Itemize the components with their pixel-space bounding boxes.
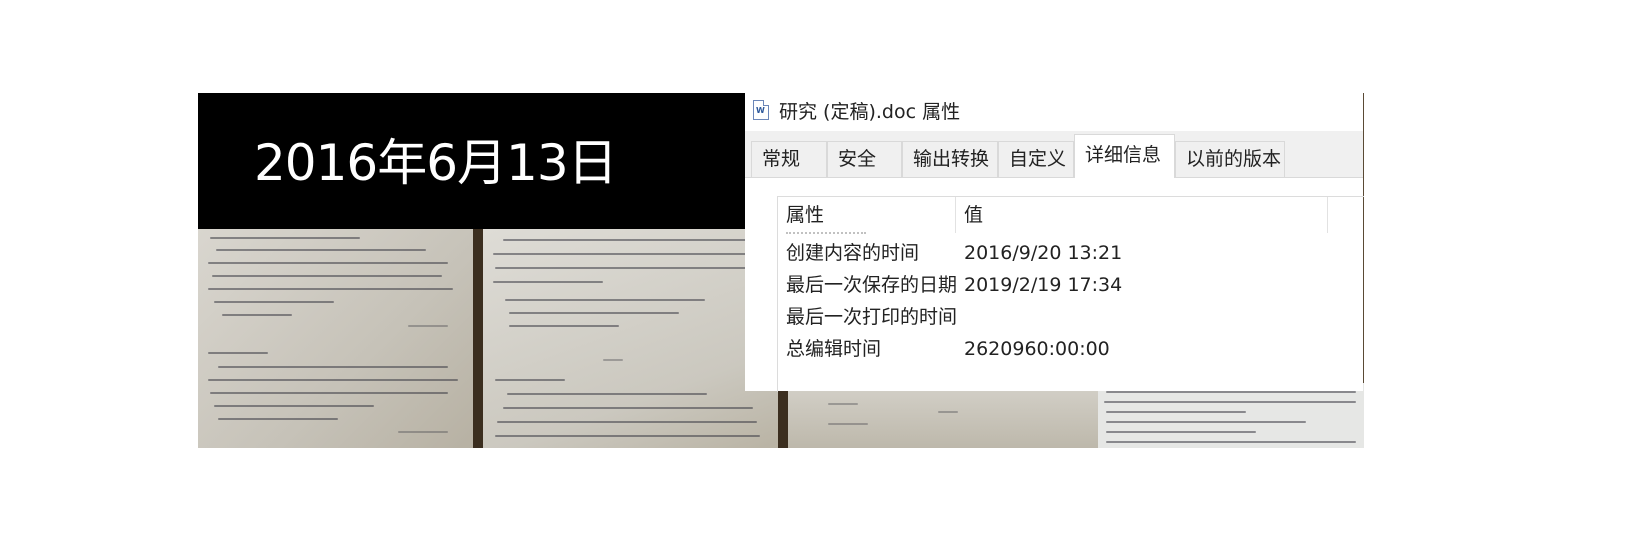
property-row[interactable]: 最后一次保存的日期 2019/2/19 17:34 — [778, 269, 1364, 301]
handwritten-page-photo — [483, 229, 778, 448]
tab-previous-versions[interactable]: 以前的版本 — [1175, 141, 1285, 177]
column-header-property[interactable]: 属性 — [778, 197, 956, 233]
property-name: 最后一次保存的日期 — [786, 274, 958, 296]
handwritten-page-photo — [788, 383, 1098, 448]
list-header: 属性 值 — [778, 197, 1364, 233]
property-name: 最后一次打印的时间 — [786, 306, 958, 328]
handwritten-page-photo — [198, 229, 473, 448]
property-value: 2016/9/20 13:21 — [964, 242, 1123, 264]
property-row[interactable]: 总编辑时间 2620960:00:00 — [778, 333, 1364, 365]
property-name: 创建内容的时间 — [786, 242, 920, 264]
tab-general[interactable]: 常规 — [751, 141, 827, 177]
dialog-title-bar: 研究 (定稿).doc 属性 — [753, 95, 960, 125]
properties-list[interactable]: 属性 值 创建内容的时间 2016/9/20 13:21 最后一次保存的日期 2… — [777, 196, 1364, 392]
property-row[interactable]: 最后一次打印的时间 — [778, 301, 1364, 333]
date-caption: 2016年6月13日 — [254, 134, 618, 192]
tab-custom[interactable]: 自定义 — [998, 141, 1074, 177]
photo-edge — [473, 229, 483, 448]
dialog-title: 研究 (定稿).doc 属性 — [779, 100, 961, 123]
tab-security[interactable]: 安全 — [827, 141, 902, 177]
printed-page-photo — [1098, 383, 1364, 448]
tab-details[interactable]: 详细信息 — [1074, 134, 1175, 178]
property-value: 2620960:00:00 — [964, 338, 1110, 360]
tab-strip: 常规 安全 输出转换 自定义 详细信息 以前的版本 — [745, 131, 1363, 178]
property-value: 2019/2/19 17:34 — [964, 274, 1123, 296]
photo-edge — [778, 383, 788, 448]
word-document-icon — [753, 100, 769, 120]
property-row[interactable]: 创建内容的时间 2016/9/20 13:21 — [778, 237, 1364, 269]
property-name: 总编辑时间 — [786, 338, 882, 360]
tab-output-conversion[interactable]: 输出转换 — [902, 141, 998, 177]
column-header-value[interactable]: 值 — [956, 197, 1328, 233]
file-properties-dialog: 研究 (定稿).doc 属性 常规 安全 输出转换 自定义 详细信息 以前的版本… — [745, 93, 1364, 392]
details-panel: 属性 值 创建内容的时间 2016/9/20 13:21 最后一次保存的日期 2… — [745, 178, 1364, 392]
date-caption-bar: 2016年6月13日 — [198, 93, 758, 229]
